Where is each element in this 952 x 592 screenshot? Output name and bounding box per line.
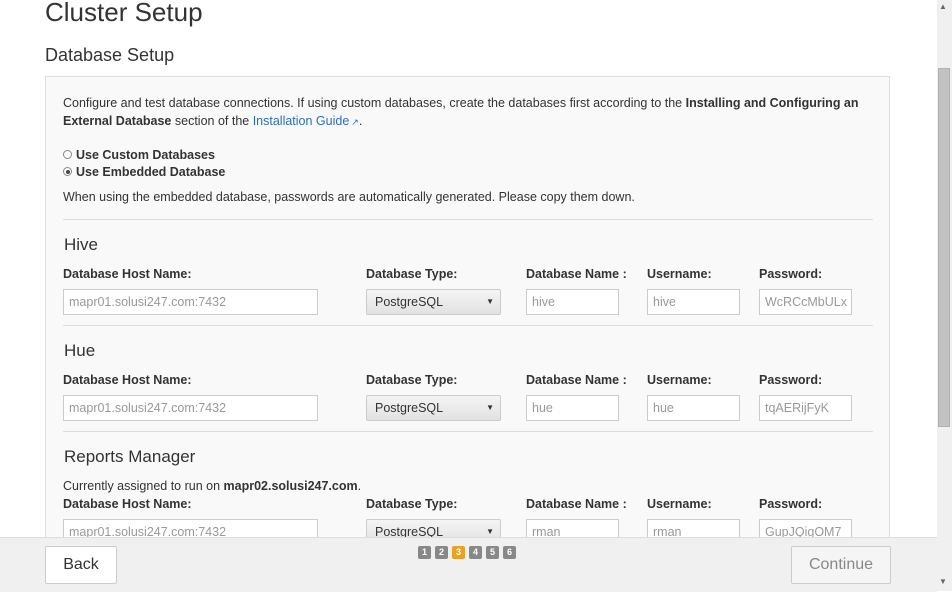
username-label: Username:	[647, 267, 712, 281]
embedded-db-note: When using the embedded database, passwo…	[63, 190, 635, 204]
password-label: Password:	[759, 373, 823, 387]
radio-embedded-database-button[interactable]	[63, 167, 72, 176]
username-label: Username:	[647, 497, 712, 511]
hue-db-name-input[interactable]: hue	[526, 395, 619, 421]
assigned-host-text: Currently assigned to run on mapr02.solu…	[63, 479, 362, 493]
hue-password-input[interactable]: tqAERijFyK	[759, 395, 852, 421]
intro-text: Configure and test database connections.…	[63, 96, 859, 128]
type-label: Database Type:	[366, 497, 458, 511]
service-title-hive: Hive	[64, 235, 99, 254]
chevron-down-icon: ▼	[486, 403, 494, 412]
chevron-down-icon: ▼	[486, 297, 494, 306]
step-2[interactable]: 2	[435, 546, 448, 559]
db-name-label: Database Name :	[526, 497, 627, 511]
radio-custom-databases-button[interactable]	[63, 150, 72, 159]
divider	[63, 219, 873, 220]
divider	[63, 325, 873, 326]
hue-db-type-select[interactable]: PostgreSQL ▼	[366, 395, 501, 421]
host-label: Database Host Name:	[63, 267, 192, 281]
hue-username-input[interactable]: hue	[647, 395, 740, 421]
db-name-label: Database Name :	[526, 267, 627, 281]
scrollbar-thumb[interactable]	[938, 68, 950, 427]
service-title-hue: Hue	[64, 341, 96, 360]
scroll-up-icon[interactable]: ▲	[939, 2, 947, 11]
step-4[interactable]: 4	[469, 546, 482, 559]
divider	[63, 431, 873, 432]
radio-custom-databases[interactable]: Use Custom Databases	[63, 146, 215, 163]
step-1[interactable]: 1	[418, 546, 431, 559]
page-title: Cluster Setup	[45, 0, 203, 27]
installation-guide-link[interactable]: Installation Guide ↗	[253, 114, 359, 128]
host-label: Database Host Name:	[63, 373, 192, 387]
host-label: Database Host Name:	[63, 497, 192, 511]
section-title: Database Setup	[45, 45, 175, 65]
hive-db-name-input[interactable]: hive	[526, 289, 619, 315]
vertical-scrollbar[interactable]: ▲ ▼	[937, 0, 952, 591]
db-name-label: Database Name :	[526, 373, 627, 387]
step-3-current[interactable]: 3	[452, 546, 465, 559]
hue-host-input[interactable]: mapr01.solusi247.com:7432	[63, 395, 318, 421]
password-label: Password:	[759, 497, 823, 511]
type-label: Database Type:	[366, 267, 458, 281]
radio-embedded-database[interactable]: Use Embedded Database	[63, 163, 225, 180]
external-link-icon: ↗	[351, 117, 359, 127]
username-label: Username:	[647, 373, 712, 387]
database-setup-panel: Configure and test database connections.…	[45, 76, 890, 546]
password-label: Password:	[759, 267, 823, 281]
hive-password-input[interactable]: WcRCcMbULx	[759, 289, 852, 315]
hive-username-input[interactable]: hive	[647, 289, 740, 315]
step-indicator: 1 2 3 4 5 6	[418, 546, 520, 559]
continue-button[interactable]: Continue	[791, 546, 891, 584]
service-title-reports-manager: Reports Manager	[64, 447, 196, 466]
hive-db-type-select[interactable]: PostgreSQL ▼	[366, 289, 501, 315]
back-button[interactable]: Back	[45, 546, 117, 584]
type-label: Database Type:	[366, 373, 458, 387]
hive-host-input[interactable]: mapr01.solusi247.com:7432	[63, 289, 318, 315]
step-6[interactable]: 6	[503, 546, 516, 559]
scroll-down-icon[interactable]: ▼	[939, 577, 947, 586]
step-5[interactable]: 5	[486, 546, 499, 559]
wizard-footer: Back 1 2 3 4 5 6 Continue	[0, 537, 937, 592]
